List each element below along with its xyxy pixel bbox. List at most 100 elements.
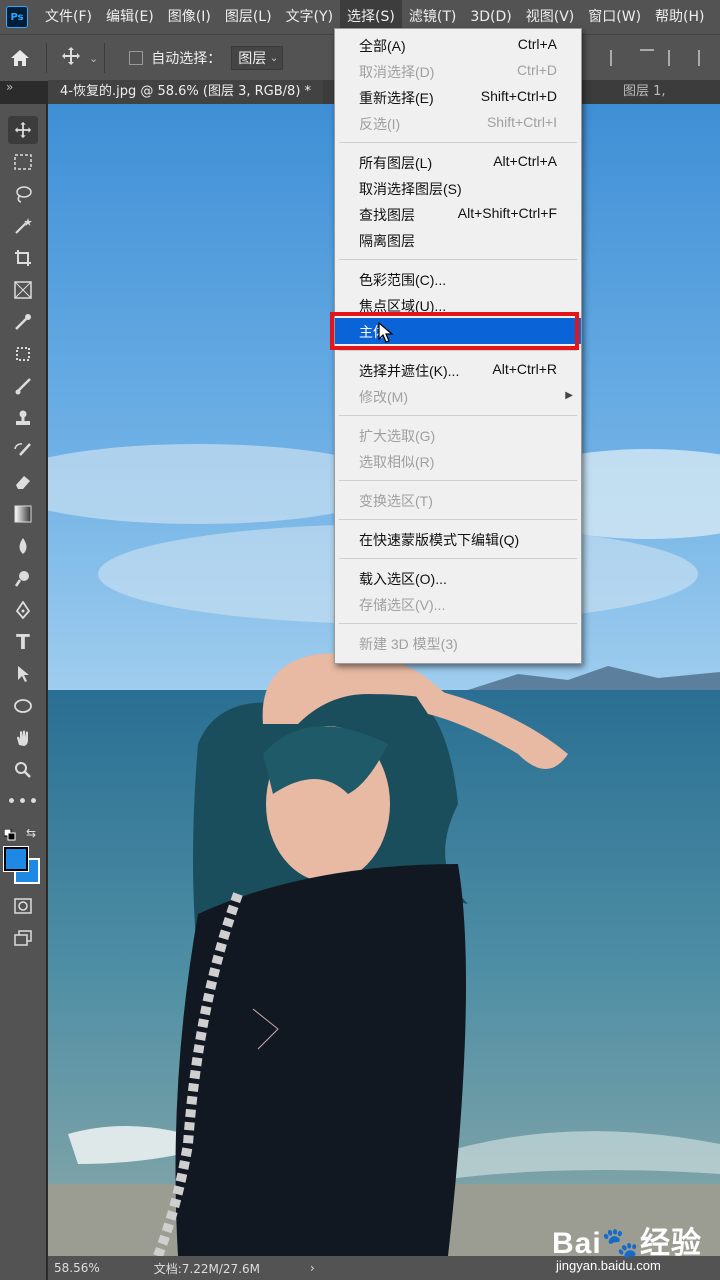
more-tools-icon[interactable]: ••• — [6, 788, 38, 816]
select-menu-item[interactable]: 在快速蒙版模式下编辑(Q) — [335, 526, 581, 552]
menu-item-label: 反选(I) — [359, 116, 401, 132]
align-left-icon[interactable] — [610, 50, 626, 66]
menu-item[interactable]: 图像(I) — [161, 0, 218, 34]
chevron-down-icon[interactable]: ⌄ — [89, 52, 98, 65]
menu-item[interactable]: 编辑(E) — [99, 0, 161, 34]
menu-item-shortcut: Alt+Ctrl+R — [492, 361, 557, 377]
swap-colors-icon[interactable]: ⇆ — [26, 826, 36, 840]
menu-item-label: 隔离图层 — [359, 233, 415, 249]
foreground-color-swatch[interactable] — [3, 846, 29, 872]
gradient-icon[interactable] — [8, 500, 38, 528]
select-menu-item[interactable]: 选取相似(R) — [335, 448, 581, 474]
menu-item-label: 取消选择(D) — [359, 64, 435, 80]
select-menu-item[interactable]: 变换选区(T) — [335, 487, 581, 513]
menu-item[interactable]: 文件(F) — [38, 0, 99, 34]
auto-select-target-select[interactable]: 图层 ⌄ — [231, 46, 284, 70]
screen-mode-icon[interactable] — [8, 924, 38, 952]
clone-stamp-icon[interactable] — [8, 404, 38, 432]
move-icon[interactable] — [8, 116, 38, 144]
zoom-level[interactable]: 58.56% — [54, 1261, 100, 1275]
select-menu-item[interactable]: 所有图层(L) Alt+Ctrl+A — [335, 149, 581, 175]
select-menu-item[interactable]: 载入选区(O)... — [335, 565, 581, 591]
auto-select-checkbox[interactable] — [129, 51, 144, 65]
select-menu-item[interactable]: 选择并遮住(K)... Alt+Ctrl+R — [335, 357, 581, 383]
menu-item-shortcut: Alt+Shift+Ctrl+F — [457, 205, 557, 221]
select-menu-item[interactable]: 取消选择图层(S) — [335, 175, 581, 201]
quick-mask-icon[interactable] — [8, 892, 38, 920]
menu-separator — [339, 558, 577, 559]
hand-icon[interactable] — [8, 724, 38, 752]
menu-separator — [339, 259, 577, 260]
menu-item[interactable]: 窗口(W) — [581, 0, 648, 34]
tab-other-document[interactable]: 图层 1, RGB/8#) * — [623, 80, 720, 123]
menu-item[interactable]: 文字(Y) — [279, 0, 340, 34]
watermark-main: Bai — [552, 1227, 602, 1260]
mouse-pointer-icon — [378, 321, 394, 348]
menu-item-label: 扩大选取(G) — [359, 428, 436, 444]
move-icon[interactable] — [61, 46, 81, 71]
select-menu-item[interactable]: 色彩范围(C)... — [335, 266, 581, 292]
home-icon[interactable] — [0, 35, 40, 81]
eyedropper-icon[interactable] — [8, 308, 38, 336]
select-menu-item[interactable]: 取消选择(D) Ctrl+D — [335, 58, 581, 84]
zoom-icon[interactable] — [8, 756, 38, 784]
default-colors-icon[interactable] — [3, 826, 18, 845]
menu-separator — [339, 480, 577, 481]
auto-select-label: 自动选择： — [151, 51, 222, 67]
select-menu-item[interactable]: 修改(M) ▶ — [335, 383, 581, 409]
watermark-brand: 经验 — [640, 1227, 703, 1260]
status-expand-icon[interactable]: › — [310, 1261, 315, 1275]
ellipse-icon[interactable] — [8, 692, 38, 720]
lasso-icon[interactable] — [8, 180, 38, 208]
healing-brush-icon[interactable] — [8, 340, 38, 368]
select-menu-item[interactable]: 隔离图层 — [335, 227, 581, 253]
tools-panel: T ••• ⇆ — [0, 104, 46, 1280]
chevron-down-icon: ⌄ — [269, 52, 279, 64]
align-top-icon[interactable] — [640, 49, 654, 67]
options-separator — [46, 43, 47, 73]
tab-active-document[interactable]: 4-恢复的.jpg @ 58.6% (图层 3, RGB/8) * — [48, 80, 324, 104]
select-menu-item[interactable]: 反选(I) Shift+Ctrl+I — [335, 110, 581, 136]
panel-collapse-icon[interactable]: » — [6, 80, 13, 94]
photoshop-logo: Ps — [6, 6, 28, 28]
menu-item-label: 变换选区(T) — [359, 493, 433, 509]
menu-item-label: 在快速蒙版模式下编辑(Q) — [359, 532, 520, 548]
submenu-arrow-icon: ▶ — [565, 390, 573, 401]
select-menu-item[interactable]: 存储选区(V)... — [335, 591, 581, 617]
eraser-icon[interactable] — [8, 468, 38, 496]
select-menu-item[interactable]: 新建 3D 模型(3) — [335, 630, 581, 656]
menu-separator — [339, 415, 577, 416]
dodge-icon[interactable] — [8, 564, 38, 592]
menu-item-label: 修改(M) — [359, 389, 408, 405]
menu-item-shortcut: Ctrl+A — [517, 36, 557, 52]
menu-item-label: 选取相似(R) — [359, 454, 435, 470]
select-menu-item[interactable]: 扩大选取(G) — [335, 422, 581, 448]
frame-icon[interactable] — [8, 276, 38, 304]
history-brush-icon[interactable] — [8, 436, 38, 464]
path-select-icon[interactable] — [8, 660, 38, 688]
menu-item-label: 选择并遮住(K)... — [359, 363, 460, 379]
auto-select-target-value: 图层 — [238, 51, 267, 67]
menu-item[interactable]: 帮助(H) — [648, 0, 711, 34]
brush-icon[interactable] — [8, 372, 38, 400]
align-center-icon[interactable] — [668, 50, 684, 66]
align-bottom-icon[interactable] — [698, 50, 714, 66]
paw-icon: 🐾 — [601, 1227, 641, 1260]
menu-item[interactable]: 图层(L) — [218, 0, 279, 34]
marquee-icon[interactable] — [8, 148, 38, 176]
blur-icon[interactable] — [8, 532, 38, 560]
document-size: 文档:7.22M/27.6M — [153, 1261, 260, 1276]
menu-item-label: 取消选择图层(S) — [359, 181, 462, 197]
options-separator — [104, 43, 106, 73]
type-icon[interactable]: T — [8, 628, 38, 656]
crop-icon[interactable] — [8, 244, 38, 272]
select-menu-item[interactable]: 查找图层 Alt+Shift+Ctrl+F — [335, 201, 581, 227]
pen-icon[interactable] — [8, 596, 38, 624]
select-menu-item[interactable]: 全部(A) Ctrl+A — [335, 32, 581, 58]
menu-item-label: 新建 3D 模型(3) — [359, 636, 458, 652]
select-menu-item[interactable]: 重新选择(E) Shift+Ctrl+D — [335, 84, 581, 110]
menu-item-shortcut: Shift+Ctrl+D — [480, 88, 557, 104]
menu-item-label: 重新选择(E) — [359, 90, 434, 106]
magic-wand-icon[interactable] — [8, 212, 38, 240]
menu-separator — [339, 350, 577, 351]
